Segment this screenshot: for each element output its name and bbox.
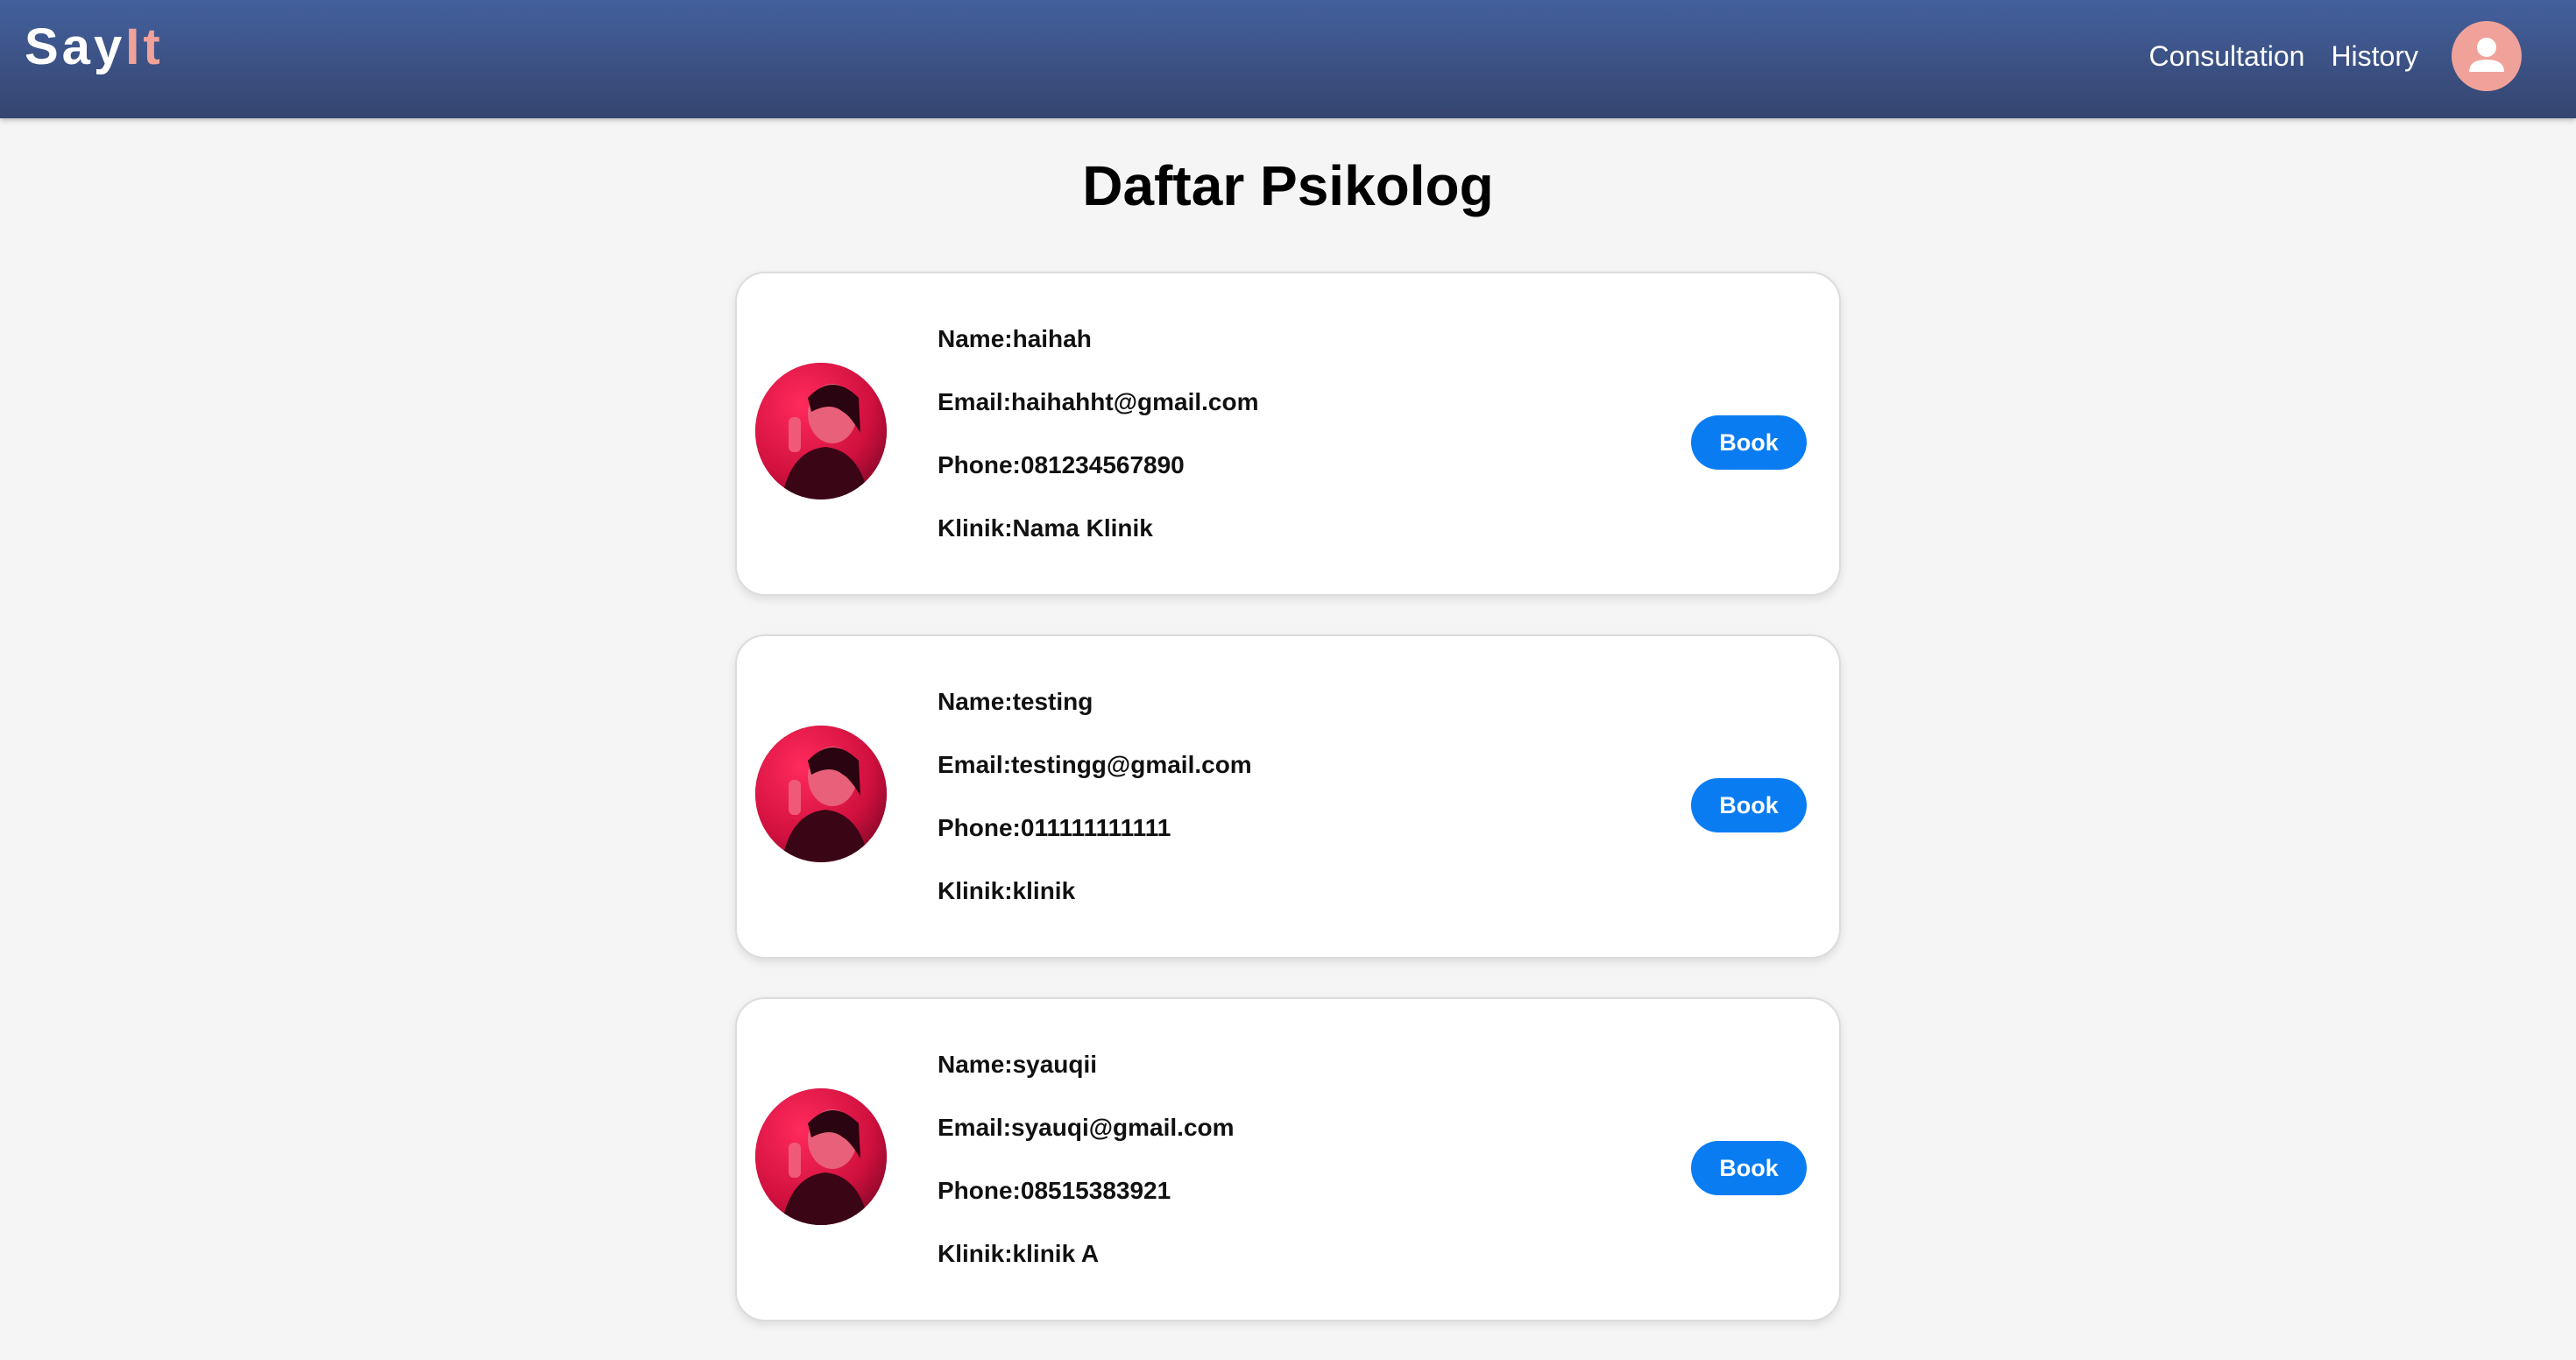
psychologist-photo bbox=[755, 726, 887, 862]
psychologist-phone: Phone:08515383921 bbox=[938, 1177, 1171, 1204]
psychologist-email: Email:testingg@gmail.com bbox=[938, 751, 1252, 778]
psychologist-card: Name:haihah Email:haihahht@gmail.com Pho… bbox=[735, 272, 1841, 596]
psychologist-phone: Phone:081234567890 bbox=[938, 451, 1185, 478]
page-title: Daftar Psikolog bbox=[1082, 154, 1494, 217]
navbar: SayIt Consultation History bbox=[0, 0, 2576, 118]
psychologist-klinik: Klinik:Nama Klinik bbox=[938, 514, 1153, 542]
psychologist-info: Name:testing Email:testingg@gmail.com Ph… bbox=[938, 687, 1252, 939]
psychologist-email: Email:syauqi@gmail.com bbox=[938, 1114, 1235, 1141]
nav-link-history[interactable]: History bbox=[2331, 40, 2418, 73]
brand-it: It bbox=[125, 18, 164, 75]
nav-link-consultation[interactable]: Consultation bbox=[2149, 40, 2305, 73]
psychologist-card: Name:syauqii Email:syauqi@gmail.com Phon… bbox=[735, 997, 1841, 1321]
psychologist-info: Name:haihah Email:haihahht@gmail.com Pho… bbox=[938, 324, 1258, 577]
brand-say: Say bbox=[25, 18, 126, 75]
brand-logo[interactable]: SayIt bbox=[25, 19, 164, 75]
psychologist-photo bbox=[755, 363, 887, 499]
psychologist-name: Name:testing bbox=[938, 688, 1093, 715]
psychologist-card: Name:testing Email:testingg@gmail.com Ph… bbox=[735, 634, 1841, 959]
psychologist-klinik: Klinik:klinik A bbox=[938, 1240, 1100, 1267]
book-button[interactable]: Book bbox=[1691, 1141, 1807, 1195]
psychologist-info: Name:syauqii Email:syauqi@gmail.com Phon… bbox=[938, 1050, 1235, 1302]
user-silhouette-icon bbox=[2469, 38, 2504, 72]
psychologist-email: Email:haihahht@gmail.com bbox=[938, 388, 1259, 415]
book-button[interactable]: Book bbox=[1691, 415, 1807, 470]
psychologist-name: Name:haihah bbox=[938, 325, 1092, 352]
book-button[interactable]: Book bbox=[1691, 778, 1807, 832]
psychologist-list: Name:haihah Email:haihahht@gmail.com Pho… bbox=[735, 272, 1841, 1360]
psychologist-phone: Phone:011111111111 bbox=[938, 814, 1171, 841]
user-avatar-icon[interactable] bbox=[2452, 21, 2522, 91]
nav-links: Consultation History bbox=[2149, 0, 2418, 112]
psychologist-klinik: Klinik:klinik bbox=[938, 877, 1076, 904]
psychologist-name: Name:syauqii bbox=[938, 1051, 1098, 1078]
psychologist-photo bbox=[755, 1088, 887, 1225]
